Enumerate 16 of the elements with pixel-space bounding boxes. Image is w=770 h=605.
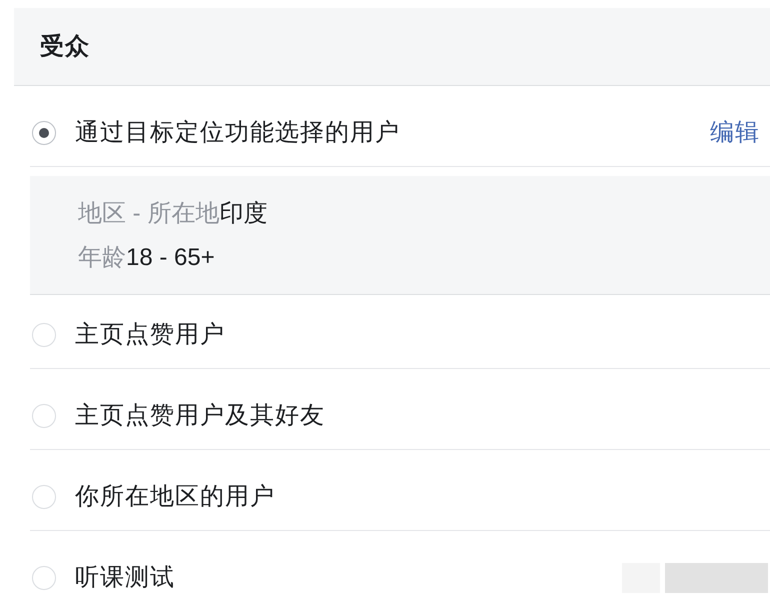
- detail-label: 年龄: [78, 246, 126, 270]
- radio-button[interactable]: [32, 121, 56, 145]
- option-label: 主页点赞用户及其好友: [75, 401, 325, 431]
- detail-value: 18 - 65+: [126, 246, 215, 270]
- radio-button[interactable]: [32, 485, 56, 509]
- option-label: 听课测试: [75, 563, 175, 593]
- option-label: 主页点赞用户: [75, 320, 225, 350]
- radio-button[interactable]: [32, 566, 56, 590]
- detail-label: 地区 - 所在地: [78, 202, 220, 226]
- radio-button[interactable]: [32, 404, 56, 428]
- detail-value: 印度: [219, 202, 268, 226]
- section-title: 受众: [40, 32, 90, 62]
- radio-button[interactable]: [32, 322, 56, 346]
- option-label: 通过目标定位功能选择的用户: [75, 118, 400, 148]
- option-label: 你所在地区的用户: [75, 482, 275, 512]
- edit-link[interactable]: 编辑: [710, 115, 760, 151]
